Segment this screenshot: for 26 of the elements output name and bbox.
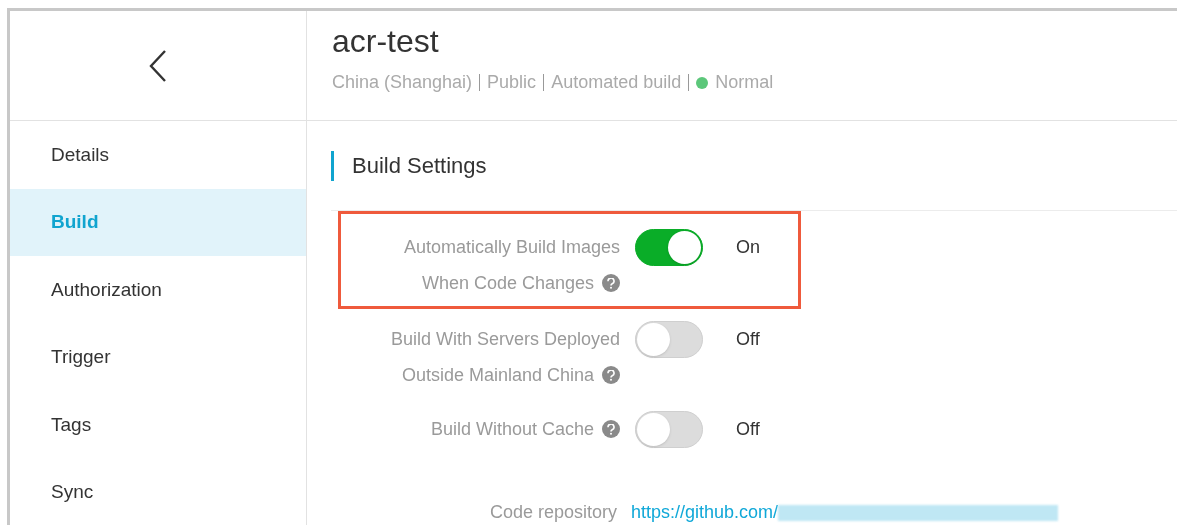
sidebar-item[interactable]: Sync bbox=[10, 458, 306, 525]
repository-meta: Automated build bbox=[551, 71, 682, 94]
section-title: Build Settings bbox=[352, 152, 487, 180]
toggle-switch[interactable] bbox=[635, 229, 703, 266]
setting-label: Outside Mainland China bbox=[401, 364, 594, 387]
sidebar-item[interactable]: Authorization bbox=[10, 256, 306, 324]
sidebar-item[interactable]: Details bbox=[10, 121, 306, 189]
status-label: Normal bbox=[715, 71, 774, 94]
help-icon[interactable] bbox=[602, 274, 620, 292]
toggle-switch[interactable] bbox=[635, 321, 703, 358]
sidebar-item[interactable]: Trigger bbox=[10, 323, 306, 391]
toggle-state: Off bbox=[736, 418, 760, 441]
field-label: Code repository bbox=[488, 501, 617, 524]
repository-meta: Public bbox=[487, 71, 537, 94]
setting-label: Build With Servers Deployed bbox=[390, 328, 620, 351]
help-icon[interactable] bbox=[602, 366, 620, 384]
help-icon[interactable] bbox=[602, 420, 620, 438]
setting-label: When Code Changes bbox=[421, 272, 594, 295]
toggle-switch[interactable] bbox=[635, 411, 703, 448]
repository-meta: China (Shanghai) bbox=[332, 71, 473, 94]
repository-title: acr-test bbox=[332, 22, 440, 61]
toggle-state: Off bbox=[736, 328, 760, 351]
sidebar-item[interactable]: Tags bbox=[10, 391, 306, 459]
setting-label: Automatically Build Images bbox=[403, 236, 620, 259]
toggle-state: On bbox=[736, 236, 760, 259]
setting-label: Build Without Cache bbox=[430, 418, 594, 441]
